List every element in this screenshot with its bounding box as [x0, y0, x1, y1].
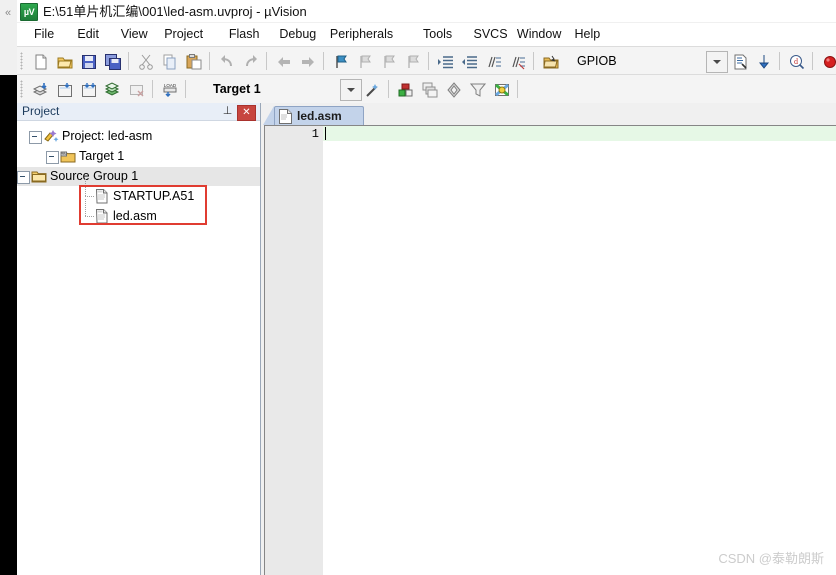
menu-file[interactable]: File [27, 23, 61, 46]
symbol-combo-arrow[interactable] [706, 51, 728, 73]
toolbar-main: GPIOB d [17, 46, 836, 76]
left-edge-strip [0, 75, 17, 575]
translate-icon[interactable] [29, 78, 53, 102]
toolbar-build: LOAD Target 1 [17, 74, 836, 104]
paste-icon[interactable] [182, 50, 206, 74]
editor-tab-led-asm[interactable]: led.asm [274, 106, 364, 126]
stop-build-icon[interactable] [125, 78, 149, 102]
menu-edit[interactable]: Edit [70, 23, 106, 46]
tree-expander-icon[interactable] [29, 131, 42, 144]
new-file-icon[interactable] [29, 50, 53, 74]
manage-components-icon[interactable] [418, 78, 442, 102]
svg-text:d: d [794, 57, 798, 66]
record-dot-red[interactable] [818, 50, 836, 74]
svg-text:LOAD: LOAD [164, 83, 177, 88]
symbol-combo-value[interactable]: GPIOB [577, 51, 617, 71]
editor-gutter: 1 [265, 126, 323, 575]
cut-icon[interactable] [134, 50, 158, 74]
menu-bar: File Edit View Project Flash Debug Peripherals… [17, 23, 836, 46]
toolbar-grip[interactable] [20, 80, 23, 98]
multi-project-icon[interactable] [442, 78, 466, 102]
folder-icon [31, 169, 47, 184]
editor-tab-skew [263, 106, 274, 125]
bookmark-prev-icon[interactable] [353, 50, 377, 74]
toolbar-grip[interactable] [20, 52, 23, 70]
tree-expander-icon[interactable] [17, 171, 30, 184]
tree-node-label: Target 1 [79, 149, 125, 163]
project-panel: Project ⊥ ✕ Project: led-asm Target 1 Sour… [17, 103, 261, 575]
outdent-icon[interactable] [458, 50, 482, 74]
close-icon[interactable]: ✕ [237, 105, 256, 121]
bookmark-goto-icon[interactable] [753, 50, 777, 74]
menu-flash[interactable]: Flash [222, 23, 267, 46]
project-icon [43, 129, 59, 144]
redo-icon[interactable] [239, 50, 263, 74]
indent-icon[interactable] [434, 50, 458, 74]
filter-icon[interactable] [466, 78, 490, 102]
line-number: 1 [311, 127, 319, 141]
uvision-window: « µV E:\51单片机汇编\001\led-asm.uvproj - µVi… [0, 0, 836, 575]
tree-node-source-group[interactable]: Source Group 1 [17, 167, 260, 186]
target-select-value[interactable]: Target 1 [213, 79, 261, 99]
target-icon [60, 149, 76, 164]
uvision-icon: µV [20, 3, 38, 21]
target-select-arrow[interactable] [340, 79, 362, 101]
build-icon[interactable] [53, 78, 77, 102]
tree-node-label: Source Group 1 [50, 169, 139, 183]
save-all-icon[interactable] [101, 50, 125, 74]
bookmark-clear-icon[interactable] [401, 50, 425, 74]
annotation-box-led-asm [79, 185, 207, 225]
text-caret [325, 127, 326, 140]
window-title: E:\51单片机汇编\001\led-asm.uvproj - µVision [43, 4, 307, 19]
navigate-back-icon[interactable] [272, 50, 296, 74]
editor-current-line-highlight [323, 126, 836, 141]
batch-build-icon[interactable] [101, 78, 125, 102]
undo-icon[interactable] [215, 50, 239, 74]
menu-debug[interactable]: Debug [272, 23, 323, 46]
pin-icon[interactable]: ⊥ [221, 105, 234, 118]
comment-icon[interactable] [482, 50, 506, 74]
chevron-left-icon[interactable]: « [1, 4, 15, 22]
find-in-files-icon[interactable] [729, 50, 753, 74]
menu-svcs[interactable]: SVCS [467, 23, 515, 46]
project-panel-title: Project [22, 104, 60, 118]
menu-help[interactable]: Help [568, 23, 608, 46]
options-wizard-icon[interactable] [361, 78, 385, 102]
editor-area: led.asm 1 [261, 103, 836, 575]
title-bar: µV E:\51单片机汇编\001\led-asm.uvproj - µVisi… [17, 0, 836, 22]
uncomment-icon[interactable] [506, 50, 530, 74]
browse-icon[interactable] [539, 50, 563, 74]
open-file-icon[interactable] [53, 50, 77, 74]
bookmark-toggle-icon[interactable] [329, 50, 353, 74]
editor-tabstrip: led.asm [261, 103, 836, 126]
menu-project[interactable]: Project [157, 23, 210, 46]
save-icon[interactable] [77, 50, 101, 74]
target-options-icon[interactable] [394, 78, 418, 102]
download-icon[interactable]: LOAD [158, 78, 182, 102]
editor-tab-label: led.asm [297, 109, 342, 123]
menu-window[interactable]: Window [510, 23, 568, 46]
books-icon[interactable] [490, 78, 514, 102]
debug-query-icon[interactable]: d [785, 50, 809, 74]
tree-node-label: Project: led-asm [62, 129, 153, 143]
rebuild-all-icon[interactable] [77, 78, 101, 102]
navigate-forward-icon[interactable] [296, 50, 320, 74]
copy-icon[interactable] [158, 50, 182, 74]
editor-frame[interactable]: 1 [264, 125, 836, 575]
menu-peripherals[interactable]: Peripherals [323, 23, 400, 46]
bookmark-next-icon[interactable] [377, 50, 401, 74]
project-panel-header: Project ⊥ ✕ [17, 103, 260, 121]
tree-expander-icon[interactable] [46, 151, 59, 164]
menu-tools[interactable]: Tools [416, 23, 459, 46]
watermark: CSDN @泰勒朗斯 [718, 551, 824, 566]
document-icon [279, 109, 292, 124]
menu-view[interactable]: View [114, 23, 155, 46]
